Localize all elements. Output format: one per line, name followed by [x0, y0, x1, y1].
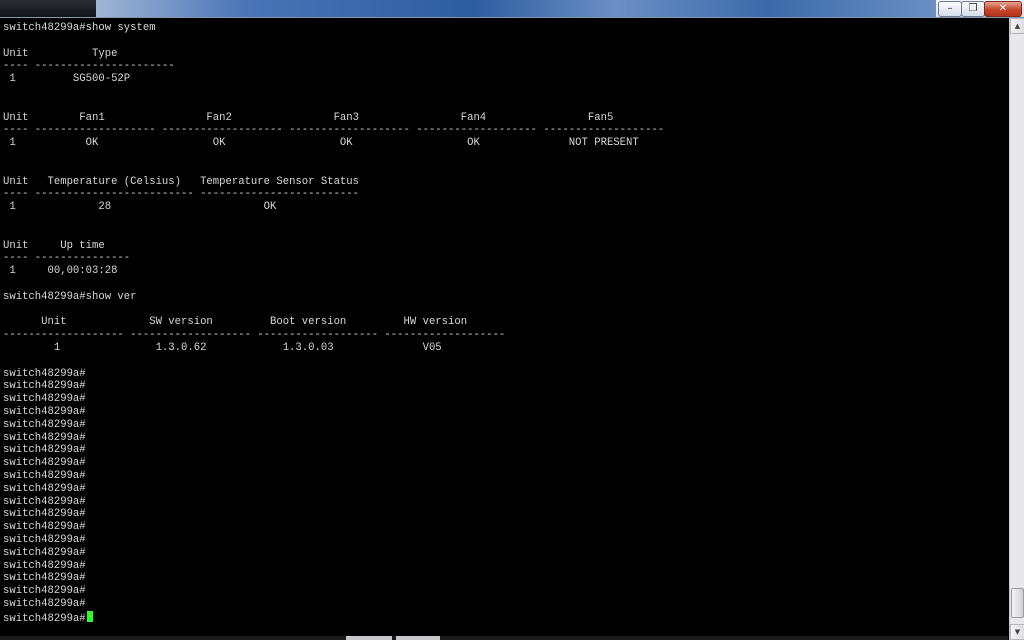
scrollbar-thumb[interactable] [1011, 588, 1024, 618]
terminal-line: Unit SW version Boot version HW version [3, 316, 468, 329]
terminal-line: switch48299a# [3, 598, 86, 610]
terminal-line: switch48299a# [3, 367, 86, 380]
terminal-line: switch48299a# [3, 521, 86, 534]
terminal-line: Unit Temperature (Celsius) Temperature S… [3, 175, 360, 188]
close-button[interactable]: ✕ [984, 1, 1022, 17]
terminal-line: ------------------- ------------------- … [3, 329, 506, 342]
terminal-line: switch48299a# [3, 393, 86, 406]
terminal-line: switch48299a# [3, 457, 86, 470]
maximize-button[interactable]: ❐ [961, 1, 985, 17]
hscroll-segment-2 [396, 636, 440, 640]
terminal-line: switch48299a# [3, 406, 86, 418]
horizontal-scroll-track [0, 636, 1008, 640]
terminal-line: switch48299a# [3, 495, 86, 508]
terminal-line: Unit Type [3, 47, 118, 60]
title-bar-glass-region [96, 0, 936, 17]
terminal-line: switch48299a# [3, 585, 86, 598]
terminal-line: switch48299a# [3, 470, 86, 482]
terminal-line: switch48299a# [3, 444, 86, 457]
title-bar-dark-region [0, 0, 96, 17]
terminal-line: switch48299a#show ver [3, 290, 137, 303]
terminal-line: ---- --------------- [3, 252, 131, 265]
terminal-line: switch48299a# [3, 546, 86, 559]
terminal-line: 1 1.3.0.62 1.3.0.03 V05 [3, 342, 442, 354]
terminal-output[interactable]: switch48299a#show system Unit Type ---- --… [0, 18, 1008, 640]
arrow-up-icon: ▲ [1014, 22, 1021, 30]
text-cursor [86, 610, 93, 622]
terminal-line: switch48299a# [3, 418, 86, 431]
window-title-bar[interactable]: – ❐ ✕ [0, 0, 1024, 18]
terminal-line: Unit Fan1 Fan2 Fan3 Fan4 Fan5 [3, 111, 614, 124]
terminal-line: ---- ------------------------- ---------… [3, 188, 360, 201]
terminal-line: switch48299a#show system [3, 22, 156, 34]
terminal-line: ---- ---------------------- [3, 60, 175, 73]
terminal-line: switch48299a# [3, 482, 86, 495]
scroll-down-button[interactable]: ▼ [1010, 624, 1024, 640]
minimize-button[interactable]: – [938, 1, 962, 17]
terminal-line: 1 SG500-52P [3, 73, 131, 86]
terminal-line: 1 00,00:03:28 [3, 265, 118, 278]
terminal-line: switch48299a# [3, 572, 86, 585]
terminal-line: ---- ------------------- ---------------… [3, 124, 665, 137]
terminal-line: switch48299a# [3, 508, 86, 521]
minimize-icon: – [947, 3, 953, 14]
terminal-line: 1 28 OK [3, 201, 277, 214]
close-icon: ✕ [998, 3, 1008, 14]
current-prompt-line: switch48299a# [3, 610, 93, 625]
scroll-up-button[interactable]: ▲ [1010, 18, 1024, 34]
terminal-line: switch48299a# [3, 534, 86, 546]
terminal-line: 1 OK OK OK OK NOT PRESENT [3, 137, 639, 150]
maximize-icon: ❐ [968, 3, 978, 14]
hscroll-segment-1 [346, 636, 392, 640]
terminal-line: switch48299a# [3, 431, 86, 444]
vertical-scrollbar[interactable]: ▲ ▼ [1009, 18, 1024, 640]
arrow-down-icon: ▼ [1014, 628, 1021, 636]
terminal-line: Unit Up time [3, 239, 105, 252]
terminal-line: switch48299a# [3, 380, 86, 393]
terminal-line: switch48299a# [3, 559, 86, 572]
